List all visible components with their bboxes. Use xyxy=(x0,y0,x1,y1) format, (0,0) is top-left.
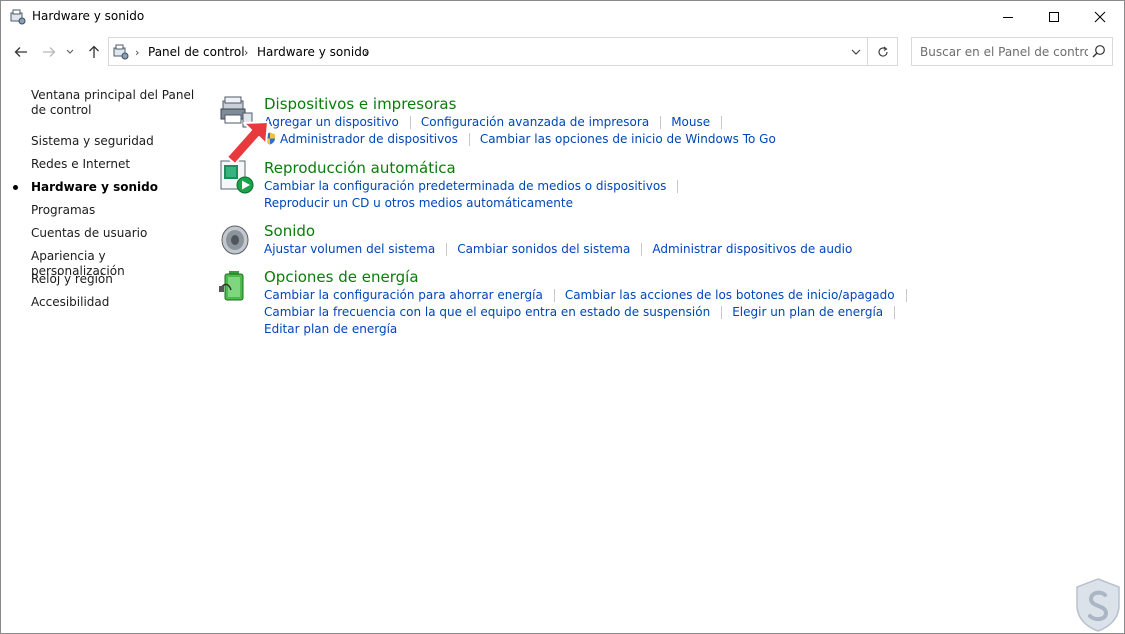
link-manage-audio-devices[interactable]: Administrar dispositivos de audio xyxy=(652,242,852,256)
link-power-saving-settings[interactable]: Cambiar la configuración para ahorrar en… xyxy=(264,288,543,302)
link-row: Cambiar la frecuencia con la que el equi… xyxy=(264,305,905,319)
chevron-right-icon[interactable]: › xyxy=(244,46,248,59)
maximize-icon xyxy=(1049,11,1059,22)
control-panel-icon xyxy=(10,9,26,25)
link-row: Editar plan de energía xyxy=(264,322,397,336)
link-windows-to-go[interactable]: Cambiar las opciones de inicio de Window… xyxy=(480,132,776,146)
title-bar: Hardware y sonido xyxy=(1,1,1124,33)
back-button[interactable] xyxy=(10,39,32,65)
close-button[interactable] xyxy=(1077,1,1123,32)
separator xyxy=(553,289,555,302)
link-row: Ajustar volumen del sistema Cambiar sonid… xyxy=(264,242,852,256)
separator xyxy=(721,116,723,129)
link-choose-power-plan[interactable]: Elegir un plan de energía xyxy=(732,305,883,319)
sidebar-item-hardware-sound[interactable]: Hardware y sonido xyxy=(31,180,201,195)
close-icon xyxy=(1094,11,1106,22)
refresh-icon xyxy=(877,46,888,57)
refresh-button[interactable] xyxy=(868,37,898,66)
link-device-manager[interactable]: Administrador de dispositivos xyxy=(280,132,458,146)
separator xyxy=(905,289,907,302)
sidebar-item-system-security[interactable]: Sistema y seguridad xyxy=(31,134,201,149)
maximize-button[interactable] xyxy=(1031,1,1077,32)
separator xyxy=(677,180,679,193)
chevron-down-icon xyxy=(851,49,861,55)
arrow-left-icon xyxy=(14,47,27,57)
sidebar-item-accessibility[interactable]: Accesibilidad xyxy=(31,295,201,310)
separator xyxy=(660,116,662,129)
breadcrumb-hardware-sound[interactable]: Hardware y sonido xyxy=(257,45,369,59)
recent-locations-button[interactable] xyxy=(62,39,78,65)
search-icon[interactable] xyxy=(1092,44,1106,58)
search-box[interactable] xyxy=(911,37,1113,66)
sidebar-item-control-panel-home[interactable]: Ventana principal del Panel de control xyxy=(31,88,201,118)
chevron-right-icon[interactable]: › xyxy=(135,46,139,59)
breadcrumb-control-panel[interactable]: Panel de control xyxy=(148,45,245,59)
link-row: Cambiar la configuración para ahorrar en… xyxy=(264,288,917,302)
separator xyxy=(721,306,723,319)
control-panel-window: Hardware y sonido › Panel de control › H… xyxy=(0,0,1125,634)
section-title-devices-printers[interactable]: Dispositivos e impresoras xyxy=(264,95,456,113)
section-devices-printers: Dispositivos e impresoras Agregar un dis… xyxy=(219,95,819,155)
speaker-icon[interactable] xyxy=(219,222,255,258)
separator xyxy=(468,133,470,146)
link-edit-power-plan[interactable]: Editar plan de energía xyxy=(264,322,397,336)
link-row: Cambiar la configuración predeterminada … xyxy=(264,179,688,193)
link-row: Agregar un dispositivo Configuración avan… xyxy=(264,115,732,129)
link-change-system-sounds[interactable]: Cambiar sonidos del sistema xyxy=(457,242,630,256)
section-autoplay: Reproducción automática Cambiar la confi… xyxy=(219,159,819,214)
section-title-sound[interactable]: Sonido xyxy=(264,222,315,240)
chevron-down-icon xyxy=(66,49,74,54)
address-dropdown-button[interactable] xyxy=(845,38,867,65)
link-add-device[interactable]: Agregar un dispositivo xyxy=(264,115,399,129)
watermark-logo-icon xyxy=(1076,578,1120,632)
arrow-right-icon xyxy=(43,47,56,57)
link-row: Administrador de dispositivos Cambiar las… xyxy=(264,132,776,146)
section-title-power-options[interactable]: Opciones de energía xyxy=(264,268,419,286)
link-change-default-media[interactable]: Cambiar la configuración predeterminada … xyxy=(264,179,666,193)
separator xyxy=(409,116,411,129)
window-title: Hardware y sonido xyxy=(32,9,145,23)
separator xyxy=(446,243,448,256)
chevron-right-icon[interactable]: › xyxy=(364,46,368,59)
sidebar-item-clock-region[interactable]: Reloj y región xyxy=(31,272,201,287)
sidebar-item-user-accounts[interactable]: Cuentas de usuario xyxy=(31,226,201,241)
annotation-arrow-icon xyxy=(226,121,269,165)
active-bullet xyxy=(13,185,18,190)
battery-icon[interactable] xyxy=(219,268,255,304)
link-mouse[interactable]: Mouse xyxy=(671,115,710,129)
arrow-up-icon xyxy=(89,45,99,58)
section-title-autoplay[interactable]: Reproducción automática xyxy=(264,159,456,177)
link-adjust-volume[interactable]: Ajustar volumen del sistema xyxy=(264,242,435,256)
separator xyxy=(894,306,896,319)
search-input[interactable] xyxy=(912,38,1088,65)
link-row: Reproducir un CD u otros medios automáti… xyxy=(264,196,573,210)
up-button[interactable] xyxy=(83,39,105,65)
minimize-button[interactable] xyxy=(985,1,1031,32)
link-power-button-actions[interactable]: Cambiar las acciones de los botones de i… xyxy=(565,288,895,302)
section-sound: Sonido Ajustar volumen del sistema Cambia… xyxy=(219,222,852,262)
minimize-icon xyxy=(1003,16,1013,18)
link-play-cd-automatically[interactable]: Reproducir un CD u otros medios automáti… xyxy=(264,196,573,210)
forward-button[interactable] xyxy=(38,39,60,65)
control-panel-icon xyxy=(113,44,129,60)
separator xyxy=(641,243,643,256)
link-advanced-printer-setup[interactable]: Configuración avanzada de impresora xyxy=(421,115,649,129)
sidebar-item-network-internet[interactable]: Redes e Internet xyxy=(31,157,201,172)
sidebar-item-programs[interactable]: Programas xyxy=(31,203,201,218)
address-bar[interactable]: › Panel de control › Hardware y sonido › xyxy=(108,37,868,66)
link-sleep-frequency[interactable]: Cambiar la frecuencia con la que el equi… xyxy=(264,305,710,319)
section-power-options: Opciones de energía Cambiar la configura… xyxy=(219,268,907,340)
